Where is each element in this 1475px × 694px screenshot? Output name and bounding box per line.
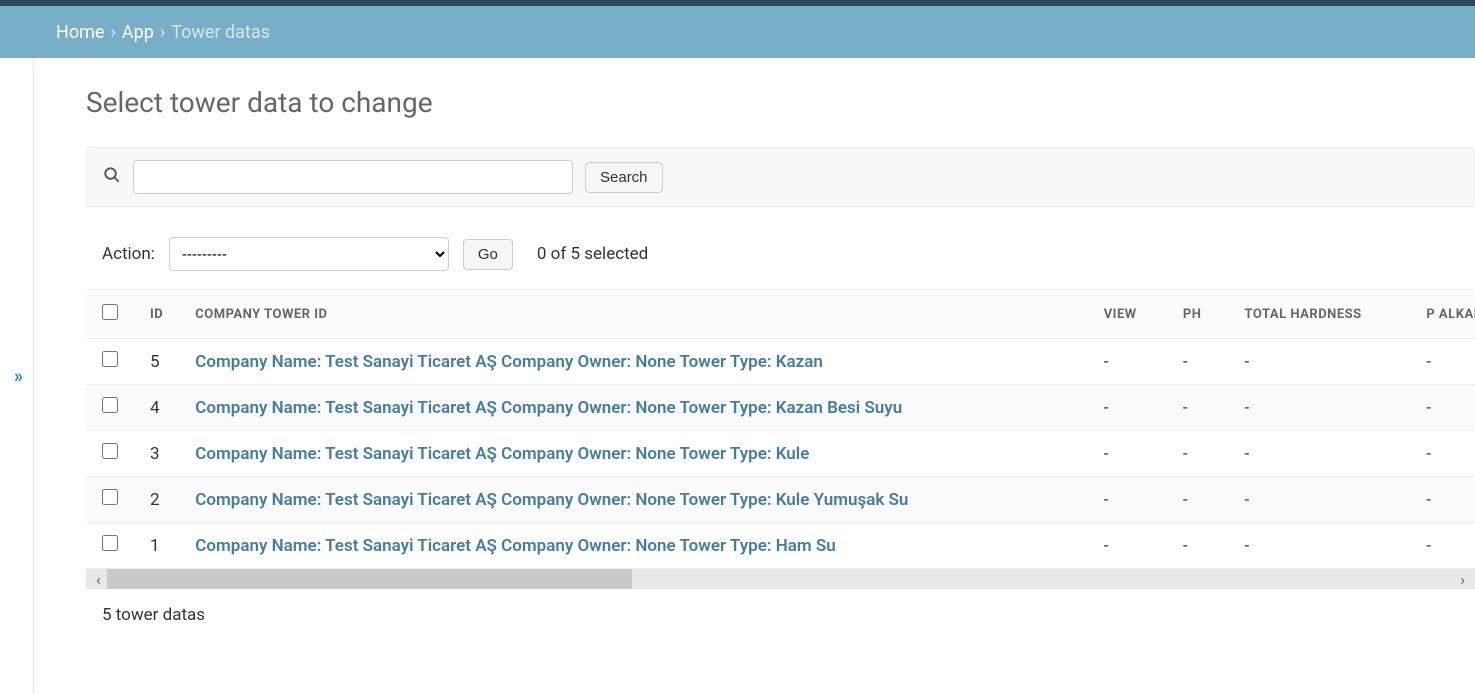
table-row: 4 Company Name: Test Sanayi Ticaret AŞ Co… [86,385,1475,431]
cell-th: - [1229,477,1411,523]
breadcrumb-sep: › [160,22,165,43]
page-title: Select tower data to change [86,86,1475,119]
breadcrumb-current: Tower datas [171,22,270,43]
row-link[interactable]: Company Name: Test Sanayi Ticaret AŞ Com… [195,444,809,464]
row-id: 1 [134,523,179,569]
action-select[interactable]: --------- [169,237,449,271]
col-view[interactable]: VIEW [1088,290,1167,339]
cell-pa: - [1410,431,1475,477]
row-checkbox[interactable] [102,489,118,505]
table-row: 5 Company Name: Test Sanayi Ticaret AŞ Co… [86,339,1475,385]
selection-count: 0 of 5 selected [537,244,648,264]
cell-th: - [1229,431,1411,477]
breadcrumb-home[interactable]: Home [56,22,104,43]
cell-view: - [1088,477,1167,523]
cell-ph: - [1167,339,1229,385]
result-count: 5 tower datas [86,589,1475,641]
table-row: 3 Company Name: Test Sanayi Ticaret AŞ Co… [86,431,1475,477]
cell-pa: - [1410,339,1475,385]
cell-pa: - [1410,523,1475,569]
col-id[interactable]: ID [134,290,179,339]
actions-row: Action: --------- Go 0 of 5 selected [86,237,1475,289]
action-label: Action: [102,244,155,264]
scroll-left-icon[interactable]: ‹ [90,570,107,589]
row-link[interactable]: Company Name: Test Sanayi Ticaret AŞ Com… [195,490,908,510]
col-company-tower-id[interactable]: COMPANY TOWER ID [179,290,1087,339]
cell-th: - [1229,339,1411,385]
search-icon [103,166,121,188]
breadcrumb: Home › App › Tower datas [0,6,1475,58]
row-checkbox[interactable] [102,535,118,551]
row-checkbox[interactable] [102,351,118,367]
table-header-row: ID COMPANY TOWER ID VIEW PH TOTAL HARDNE… [86,290,1475,339]
cell-ph: - [1167,385,1229,431]
cell-th: - [1229,385,1411,431]
search-input[interactable] [133,160,573,194]
select-all-checkbox[interactable] [102,304,118,320]
search-bar: Search [86,147,1475,207]
row-link[interactable]: Company Name: Test Sanayi Ticaret AŞ Com… [195,352,823,372]
cell-pa: - [1410,477,1475,523]
table-container: ID COMPANY TOWER ID VIEW PH TOTAL HARDNE… [86,289,1475,569]
sidebar-rail: » [0,58,34,694]
cell-ph: - [1167,477,1229,523]
scroll-right-icon[interactable]: › [1454,570,1471,589]
breadcrumb-app[interactable]: App [122,22,154,43]
table-row: 2 Company Name: Test Sanayi Ticaret AŞ Co… [86,477,1475,523]
cell-view: - [1088,385,1167,431]
cell-pa: - [1410,385,1475,431]
expand-sidebar-icon[interactable]: » [14,366,19,387]
row-id: 3 [134,431,179,477]
cell-view: - [1088,339,1167,385]
cell-view: - [1088,431,1167,477]
cell-view: - [1088,523,1167,569]
row-id: 2 [134,477,179,523]
row-link[interactable]: Company Name: Test Sanayi Ticaret AŞ Com… [195,536,835,556]
cell-th: - [1229,523,1411,569]
row-checkbox[interactable] [102,443,118,459]
breadcrumb-sep: › [110,22,115,43]
data-table: ID COMPANY TOWER ID VIEW PH TOTAL HARDNE… [86,290,1475,569]
cell-ph: - [1167,523,1229,569]
go-button[interactable]: Go [463,239,513,270]
row-id: 5 [134,339,179,385]
col-total-hardness[interactable]: TOTAL HARDNESS [1229,290,1411,339]
row-id: 4 [134,385,179,431]
table-row: 1 Company Name: Test Sanayi Ticaret AŞ Co… [86,523,1475,569]
row-checkbox[interactable] [102,397,118,413]
main-content: Select tower data to change Search Actio… [34,58,1475,694]
horizontal-scrollbar[interactable]: ‹ › [86,569,1475,589]
col-p-alkalinity[interactable]: P ALKALINITY [1410,290,1475,339]
cell-ph: - [1167,431,1229,477]
scrollbar-thumb[interactable] [107,569,632,589]
scrollbar-track[interactable] [632,569,1455,589]
col-ph[interactable]: PH [1167,290,1229,339]
row-link[interactable]: Company Name: Test Sanayi Ticaret AŞ Com… [195,398,902,418]
search-button[interactable]: Search [585,162,663,193]
